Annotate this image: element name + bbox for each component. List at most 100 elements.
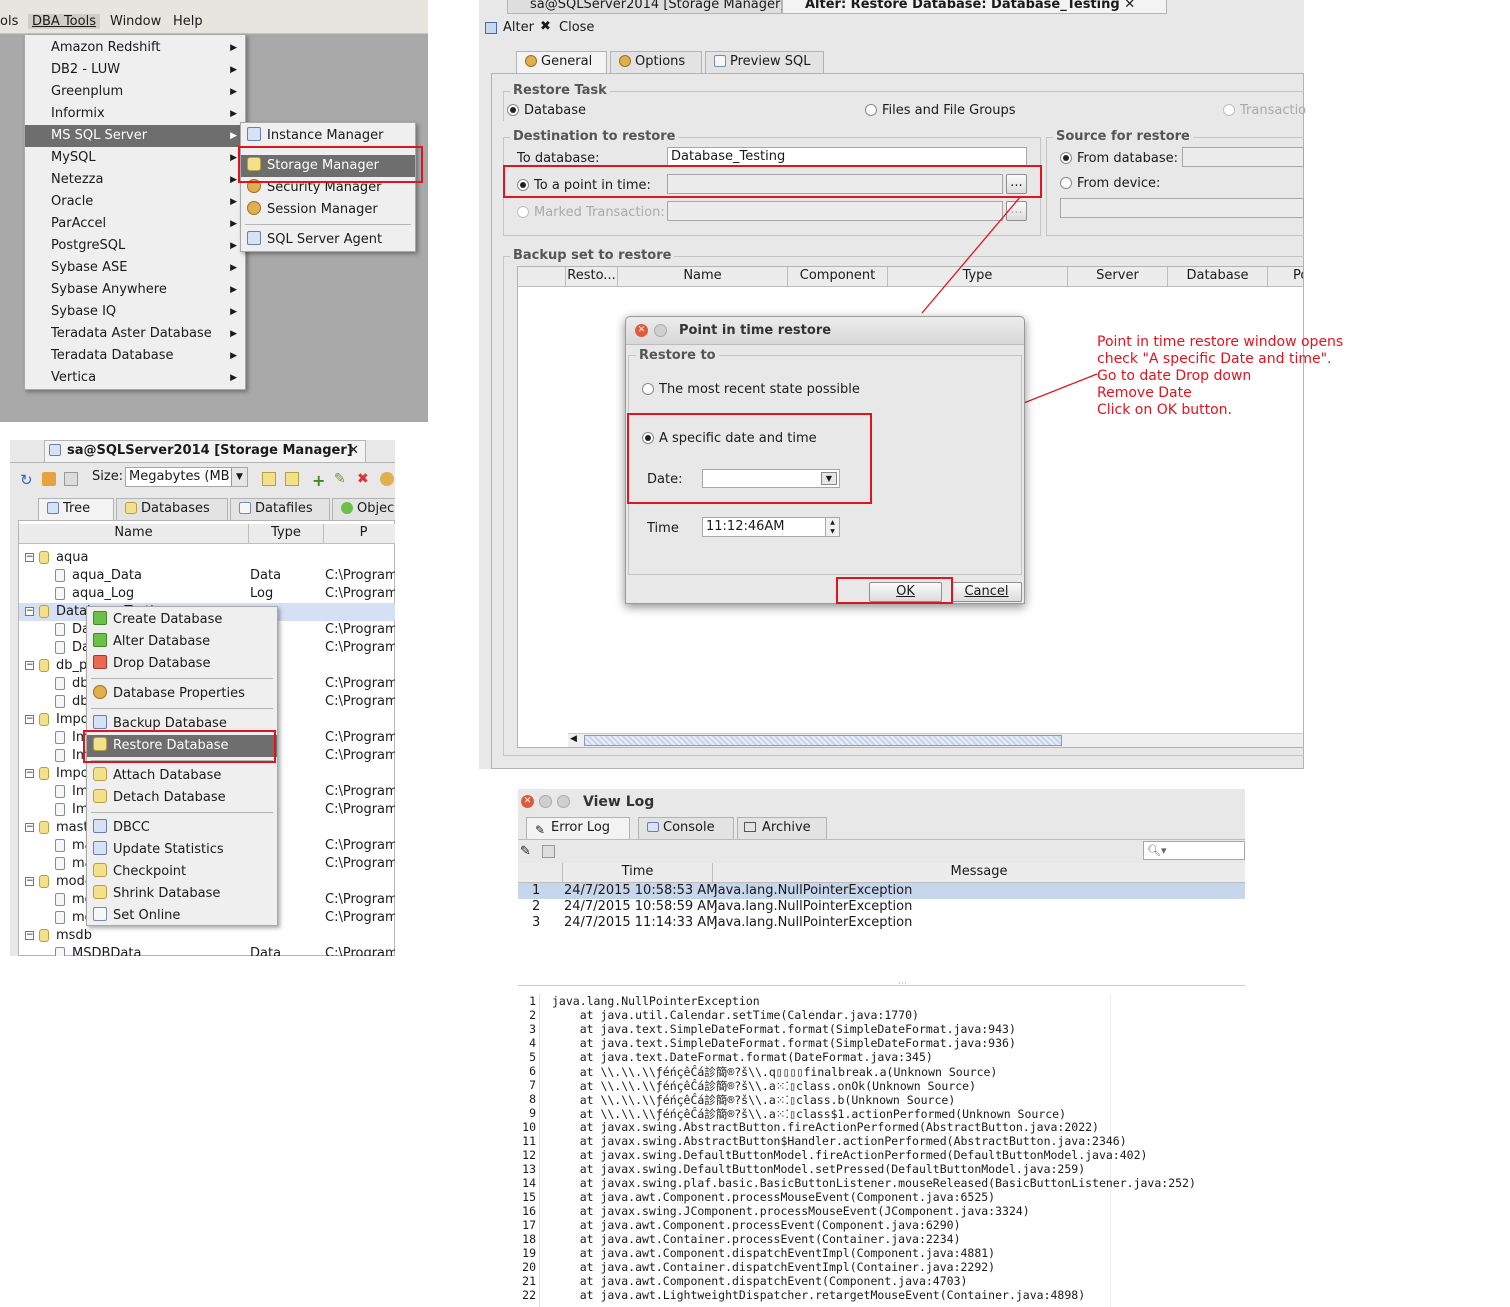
copy-icon[interactable] — [64, 472, 78, 486]
collapse-icon[interactable]: − — [25, 769, 34, 778]
from-database-select[interactable] — [1182, 147, 1304, 167]
col-name[interactable]: Name — [19, 524, 249, 544]
collapse-icon[interactable]: − — [25, 823, 34, 832]
clear-log-icon[interactable]: ✎ — [520, 844, 531, 859]
menu-item-sybase-ase[interactable]: Sybase ASE ▶ — [25, 257, 245, 279]
log-row[interactable]: 1 24/7/2015 10:58:53 AM java.lang.NullPoin… — [518, 883, 1245, 899]
spinner-arrows-icon[interactable]: ▲ ▼ — [825, 518, 839, 536]
tree-file-node[interactable]: aqua_Data Data C:\Program — [19, 567, 395, 585]
ctx-checkpoint[interactable]: Checkpoint — [87, 861, 277, 883]
menu-item-sybase-iq[interactable]: Sybase IQ ▶ — [25, 301, 245, 323]
maximize-icon[interactable] — [557, 795, 570, 808]
scroll-left-icon[interactable]: ◀ — [570, 734, 577, 744]
tab-restore-database[interactable]: Alter: Restore Database: Database_Testin… — [782, 0, 1167, 14]
menu-item-instance-manager[interactable]: Instance Manager — [241, 125, 415, 147]
maximize-icon[interactable] — [654, 324, 667, 337]
cancel-button[interactable]: Cancel — [951, 582, 1022, 602]
radio-from-device[interactable]: From device: — [1060, 176, 1160, 191]
minimize-icon[interactable] — [539, 795, 552, 808]
tree-file-node[interactable]: MSDBData Data C:\Program — [19, 945, 395, 956]
tab-console[interactable]: Console — [638, 817, 734, 839]
wizard-icon[interactable] — [42, 472, 56, 486]
log-row[interactable]: 3 24/7/2015 11:14:33 AM java.lang.NullPoin… — [518, 915, 1245, 931]
size-select[interactable]: Megabytes (MB) ▼ — [125, 467, 248, 487]
col-path[interactable]: P — [324, 524, 395, 544]
col-type[interactable]: Type — [888, 267, 1068, 287]
tab-options[interactable]: Options — [610, 51, 702, 73]
tab-archive[interactable]: Archive — [737, 817, 827, 839]
menu-item-paraccel[interactable]: ParAccel ▶ — [25, 213, 245, 235]
to-database-field[interactable]: Database_Testing — [667, 147, 1027, 167]
col-database[interactable]: Database — [1168, 267, 1268, 287]
menu-item-db2[interactable]: DB2 - LUW ▶ — [25, 59, 245, 81]
menu-item-teradata-aster[interactable]: Teradata Aster Database ▶ — [25, 323, 245, 345]
menu-item-teradata[interactable]: Teradata Database ▶ — [25, 345, 245, 367]
radio-files-filegroups[interactable]: Files and File Groups — [865, 103, 1016, 118]
col-type[interactable]: Type — [249, 524, 324, 544]
col-position[interactable]: Po — [1268, 267, 1303, 287]
menu-item-amazon-redshift[interactable]: Amazon Redshift ▶ — [25, 37, 245, 59]
collapse-icon[interactable]: − — [25, 877, 34, 886]
ctx-drop-database[interactable]: Drop Database — [87, 653, 277, 675]
col-name[interactable]: Name — [618, 267, 788, 287]
menu-help[interactable]: Help — [173, 14, 203, 29]
tab-datafiles[interactable]: Datafiles — [230, 498, 330, 520]
tab-tree[interactable]: Tree — [38, 498, 114, 520]
copy-log-icon[interactable] — [542, 845, 555, 858]
close-tab-icon[interactable]: ✕ — [348, 441, 359, 461]
refresh-icon[interactable]: ↻ — [20, 471, 33, 489]
tree-database-node[interactable]: − msdb — [19, 927, 395, 945]
add-file-icon[interactable] — [262, 472, 276, 486]
ctx-attach-database[interactable]: Attach Database — [87, 765, 277, 787]
tab-databases[interactable]: Databases — [116, 498, 228, 520]
menu-item-session-manager[interactable]: Session Manager — [241, 199, 415, 221]
col-server[interactable]: Server — [1068, 267, 1168, 287]
collapse-icon[interactable]: − — [25, 931, 34, 940]
edit-icon[interactable]: ✎ — [334, 471, 346, 487]
menu-dba-tools[interactable]: DBA Tools — [28, 14, 100, 29]
tree-file-node[interactable]: aqua_Log Log C:\Program — [19, 585, 395, 603]
col-component[interactable]: Component — [788, 267, 888, 287]
close-tab-icon[interactable]: ✕ — [1124, 0, 1135, 12]
ctx-detach-database[interactable]: Detach Database — [87, 787, 277, 809]
radio-from-database[interactable]: From database: — [1060, 151, 1178, 166]
storage-manager-tab[interactable]: sa@SQLServer2014 [Storage Manager] ✕ — [44, 440, 366, 462]
col-restore[interactable]: Resto... — [566, 267, 618, 287]
ctx-database-properties[interactable]: Database Properties — [87, 683, 277, 705]
properties-icon[interactable] — [380, 472, 394, 486]
radio-most-recent[interactable]: The most recent state possible — [642, 382, 860, 397]
horizontal-scrollbar[interactable]: ◀ — [568, 733, 1303, 747]
splitter-handle-icon[interactable]: ⋯ — [898, 979, 907, 989]
menu-item-ms-sql-server[interactable]: MS SQL Server ▶ — [25, 125, 245, 147]
time-spinner[interactable]: 11:12:46AM ▲ ▼ — [702, 517, 840, 537]
collapse-icon[interactable]: − — [25, 661, 34, 670]
ctx-alter-database[interactable]: Alter Database — [87, 631, 277, 653]
close-icon[interactable]: ✕ — [635, 324, 648, 337]
menu-window[interactable]: Window — [110, 14, 161, 29]
ctx-update-statistics[interactable]: Update Statistics — [87, 839, 277, 861]
ctx-dbcc[interactable]: DBCC — [87, 817, 277, 839]
tab-objects[interactable]: Objec — [332, 498, 395, 520]
add-filegroup-icon[interactable] — [285, 472, 299, 486]
collapse-icon[interactable]: − — [25, 553, 34, 562]
menu-item-sybase-anywhere[interactable]: Sybase Anywhere ▶ — [25, 279, 245, 301]
menu-item-informix[interactable]: Informix ▶ — [25, 103, 245, 125]
tree-database-node[interactable]: − aqua — [19, 549, 395, 567]
ctx-set-online[interactable]: Set Online — [87, 905, 277, 927]
menu-item-mysql[interactable]: MySQL ▶ — [25, 147, 245, 169]
col-message[interactable]: Message — [713, 863, 1245, 883]
menu-item-postgresql[interactable]: PostgreSQL ▶ — [25, 235, 245, 257]
close-icon[interactable]: ✕ — [521, 795, 534, 808]
tab-storage-manager[interactable]: sa@SQLServer2014 [Storage Manager] ✕ — [507, 0, 800, 14]
log-row[interactable]: 2 24/7/2015 10:58:59 AM java.lang.NullPoin… — [518, 899, 1245, 915]
collapse-icon[interactable]: − — [25, 715, 34, 724]
radio-database[interactable]: Database — [507, 103, 586, 118]
ctx-create-database[interactable]: Create Database — [87, 609, 277, 631]
tab-error-log[interactable]: ✎ Error Log — [526, 817, 630, 839]
scrollbar-thumb[interactable] — [584, 735, 1062, 746]
close-button[interactable]: Close — [559, 20, 594, 35]
menu-item-greenplum[interactable]: Greenplum ▶ — [25, 81, 245, 103]
tab-preview-sql[interactable]: Preview SQL — [705, 51, 824, 73]
add-icon[interactable]: + — [312, 471, 325, 490]
menu-item-sql-server-agent[interactable]: SQL Server Agent — [241, 229, 415, 251]
